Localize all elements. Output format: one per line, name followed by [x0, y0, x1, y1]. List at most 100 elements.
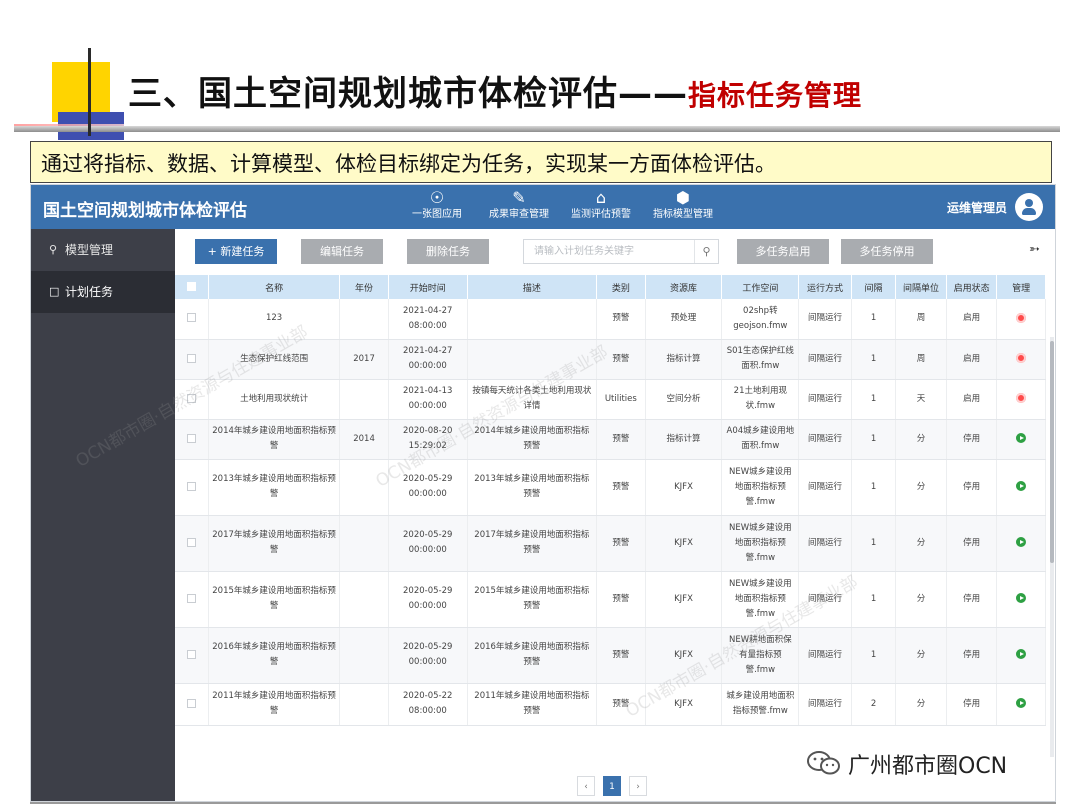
start-task-icon[interactable]	[1016, 537, 1027, 547]
year-cell	[339, 299, 389, 340]
column-header[interactable]: 名称	[208, 275, 341, 299]
status-cell: 停用	[946, 459, 998, 516]
decor-title-rule	[14, 126, 1060, 132]
column-header[interactable]: 运行方式	[798, 275, 852, 299]
start-time-cell: 2020-05-29 00:00:00	[388, 571, 468, 628]
column-header[interactable]: 间隔单位	[895, 275, 947, 299]
app-title: 国土空间规划城市体检评估	[43, 201, 247, 221]
nav-result-review[interactable]: ✎ 成果审查管理	[477, 188, 561, 226]
table-row[interactable]: 2013年城乡建设用地面积指标预警 2020-05-29 00:00:00 2013…	[175, 459, 1046, 516]
start-time-cell: 2021-04-27 08:00:00	[388, 299, 468, 340]
stop-task-icon[interactable]	[1016, 312, 1027, 323]
column-header[interactable]: 开始时间	[388, 275, 468, 299]
select-all-checkbox[interactable]	[186, 282, 196, 291]
search-input[interactable]	[524, 240, 692, 263]
scrollbar-thumb[interactable]	[1050, 341, 1054, 563]
description-cell: 2014年城乡建设用地面积指标预警	[467, 419, 598, 460]
column-header[interactable]: 间隔	[851, 275, 897, 299]
sidebar-item-scheduled-tasks[interactable]: □ 计划任务	[31, 271, 175, 313]
task-name-cell: 123	[208, 299, 341, 340]
row-select-cell[interactable]	[175, 459, 209, 516]
library-cell: 指标计算	[645, 339, 723, 380]
row-checkbox[interactable]	[186, 698, 196, 708]
row-checkbox[interactable]	[186, 313, 196, 323]
task-name-cell: 2017年城乡建设用地面积指标预警	[208, 515, 341, 572]
manage-cell	[996, 515, 1046, 572]
stop-task-icon[interactable]	[1016, 393, 1027, 403]
slide-title-highlight: 指标任务管理	[688, 79, 863, 112]
multi-stop-button[interactable]: 多任务停用	[841, 239, 933, 264]
select-all-header[interactable]	[175, 275, 209, 299]
year-cell	[339, 379, 389, 420]
document-icon: □	[49, 285, 60, 298]
logout-icon[interactable]: ➳	[1029, 242, 1043, 258]
column-header[interactable]: 类别	[596, 275, 646, 299]
main-content: + 新建任务 编辑任务 删除任务 ⚲ 多任务启用 多任务停用 ➳ 名称	[175, 229, 1055, 801]
manage-cell	[996, 627, 1046, 684]
new-task-button[interactable]: + 新建任务	[195, 239, 277, 264]
row-checkbox[interactable]	[186, 353, 196, 363]
row-select-cell[interactable]	[175, 571, 209, 628]
start-task-icon[interactable]	[1016, 698, 1027, 708]
run-mode-cell: 间隔运行	[798, 571, 852, 628]
interval-unit-cell: 周	[895, 299, 947, 340]
row-select-cell[interactable]	[175, 379, 209, 420]
edit-task-button[interactable]: 编辑任务	[301, 239, 383, 264]
table-row[interactable]: 土地利用现状统计 2021-04-13 00:00:00 按镇每天统计各类土地利用现…	[175, 379, 1046, 420]
column-header[interactable]: 描述	[467, 275, 598, 299]
run-mode-cell: 间隔运行	[798, 379, 852, 420]
table-row[interactable]: 2017年城乡建设用地面积指标预警 2020-05-29 00:00:00 2017…	[175, 515, 1046, 572]
delete-task-button[interactable]: 删除任务	[407, 239, 489, 264]
interval-unit-cell: 周	[895, 339, 947, 380]
table-row[interactable]: 2015年城乡建设用地面积指标预警 2020-05-29 00:00:00 2015…	[175, 571, 1046, 628]
row-checkbox[interactable]	[186, 481, 196, 491]
year-cell	[339, 683, 389, 726]
search-icon[interactable]: ⚲	[694, 240, 718, 263]
column-header[interactable]: 启用状态	[946, 275, 998, 299]
row-select-cell[interactable]	[175, 627, 209, 684]
nav-indicator-model[interactable]: ⬢ 指标模型管理	[641, 188, 725, 226]
table-row[interactable]: 123 2021-04-27 08:00:00 预警 预处理 02shp转geojson…	[175, 299, 1046, 340]
nav-monitor-warning[interactable]: ⌂ 监测评估预警	[559, 188, 643, 226]
start-task-icon[interactable]	[1016, 593, 1027, 603]
row-checkbox[interactable]	[186, 537, 196, 547]
nav-map-app[interactable]: ☉ 一张图应用	[395, 188, 479, 226]
row-checkbox[interactable]	[186, 433, 196, 443]
task-name-cell: 生态保护红线范围	[208, 339, 341, 380]
prev-page-button[interactable]: ‹	[577, 776, 595, 796]
top-navigation-bar: 国土空间规划城市体检评估 ☉ 一张图应用 ✎ 成果审查管理 ⌂ 监测评估预警 ⬢…	[31, 185, 1055, 229]
page-button-current[interactable]: 1	[603, 776, 621, 796]
next-page-button[interactable]: ›	[629, 776, 647, 796]
row-checkbox[interactable]	[186, 393, 196, 403]
sidebar-item-model-management[interactable]: ⚲ 模型管理	[31, 229, 175, 271]
manage-cell	[996, 571, 1046, 628]
start-task-icon[interactable]	[1016, 649, 1027, 659]
table-row[interactable]: 2016年城乡建设用地面积指标预警 2020-05-29 00:00:00 2016…	[175, 627, 1046, 684]
decor-vertical-line	[88, 48, 91, 136]
stop-task-icon[interactable]	[1016, 353, 1027, 363]
column-header[interactable]: 年份	[339, 275, 389, 299]
start-task-icon[interactable]	[1016, 481, 1027, 491]
column-header[interactable]: 管理	[996, 275, 1046, 299]
row-checkbox[interactable]	[186, 649, 196, 659]
row-select-cell[interactable]	[175, 419, 209, 460]
table-row[interactable]: 2011年城乡建设用地面积指标预警 2020-05-22 08:00:00 2011…	[175, 683, 1046, 726]
row-select-cell[interactable]	[175, 515, 209, 572]
column-header[interactable]: 资源库	[645, 275, 723, 299]
user-avatar-icon[interactable]	[1015, 193, 1043, 221]
user-name[interactable]: 运维管理员	[947, 199, 1007, 216]
start-task-icon[interactable]	[1016, 433, 1027, 443]
task-name-cell: 土地利用现状统计	[208, 379, 341, 420]
row-select-cell[interactable]	[175, 683, 209, 726]
table-row[interactable]: 生态保护红线范围 2017 2021-04-27 00:00:00 预警 指标计算 S01…	[175, 339, 1046, 380]
table-row[interactable]: 2014年城乡建设用地面积指标预警 2014 2020-08-20 15:29:02…	[175, 419, 1046, 460]
row-checkbox[interactable]	[186, 593, 196, 603]
interval-unit-cell: 分	[895, 571, 947, 628]
status-cell: 启用	[946, 379, 998, 420]
row-select-cell[interactable]	[175, 299, 209, 340]
multi-start-button[interactable]: 多任务启用	[737, 239, 829, 264]
column-header[interactable]: 工作空间	[721, 275, 800, 299]
task-name-cell: 2015年城乡建设用地面积指标预警	[208, 571, 341, 628]
row-select-cell[interactable]	[175, 339, 209, 380]
description-cell: 按镇每天统计各类土地利用现状详情	[467, 379, 598, 420]
